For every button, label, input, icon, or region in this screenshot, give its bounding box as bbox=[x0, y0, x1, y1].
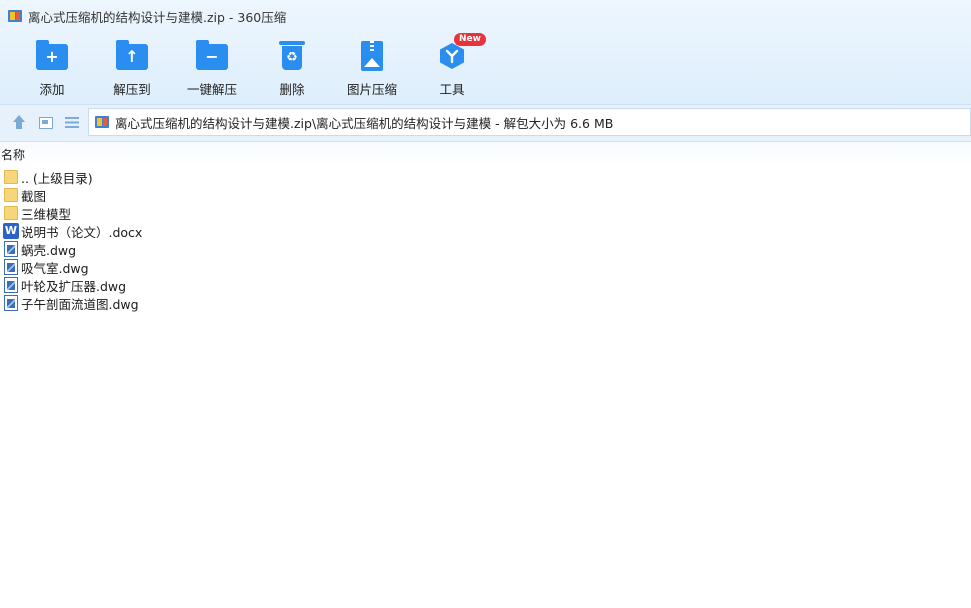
delete-button[interactable]: ♻ 删除 bbox=[252, 36, 332, 98]
archive-app-icon bbox=[8, 9, 22, 23]
address-path: 离心式压缩机的结构设计与建模.zip\离心式压缩机的结构设计与建模 - 解包大小… bbox=[115, 115, 614, 131]
extract-to-icon: ↑ bbox=[116, 40, 148, 71]
archive-window: 离心式压缩机的结构设计与建模.zip - 360压缩 + 添加 ↑ 解压到 − … bbox=[0, 0, 971, 608]
list-item[interactable]: .. (上级目录) bbox=[0, 168, 971, 186]
delete-label: 删除 bbox=[279, 82, 305, 97]
dwg-file-icon bbox=[4, 295, 18, 311]
one-click-extract-button[interactable]: − 一键解压 bbox=[172, 36, 252, 98]
list-header: 名称 bbox=[0, 142, 971, 166]
file-name: 截图 bbox=[21, 188, 47, 204]
file-name: 吸气室.dwg bbox=[21, 260, 89, 276]
address-bar[interactable]: 离心式压缩机的结构设计与建模.zip\离心式压缩机的结构设计与建模 - 解包大小… bbox=[88, 108, 971, 136]
list-item[interactable]: 子午剖面流道图.dwg bbox=[0, 294, 971, 312]
list-item[interactable]: 蜗壳.dwg bbox=[0, 240, 971, 258]
add-label: 添加 bbox=[39, 82, 65, 97]
add-folder-icon: + bbox=[36, 40, 68, 71]
one-click-extract-label: 一键解压 bbox=[186, 82, 237, 97]
archive-path-icon bbox=[95, 115, 109, 129]
file-list: .. (上级目录) 截图 三维模型 W 说明书（论文）.docx 蜗壳.dwg … bbox=[0, 168, 971, 312]
file-name: 三维模型 bbox=[21, 206, 72, 222]
extract-to-button[interactable]: ↑ 解压到 bbox=[92, 36, 172, 98]
file-name: 蜗壳.dwg bbox=[21, 242, 77, 258]
list-item[interactable]: W 说明书（论文）.docx bbox=[0, 222, 971, 240]
folder-icon bbox=[4, 187, 18, 203]
file-name: 子午剖面流道图.dwg bbox=[21, 296, 139, 312]
file-pane: 名称 .. (上级目录) 截图 三维模型 W 说明书（论文）.docx 蜗壳.d… bbox=[0, 142, 971, 608]
column-header-name[interactable]: 名称 bbox=[1, 146, 25, 163]
list-view-icon[interactable] bbox=[63, 114, 81, 132]
window-title: 离心式压缩机的结构设计与建模.zip - 360压缩 bbox=[28, 9, 287, 25]
list-item[interactable]: 叶轮及扩压器.dwg bbox=[0, 276, 971, 294]
file-name: 说明书（论文）.docx bbox=[21, 224, 143, 240]
file-name: .. (上级目录) bbox=[21, 170, 93, 186]
list-item[interactable]: 截图 bbox=[0, 186, 971, 204]
file-name: 叶轮及扩压器.dwg bbox=[21, 278, 127, 294]
extract-to-label: 解压到 bbox=[113, 82, 151, 97]
dwg-file-icon bbox=[4, 241, 18, 257]
tools-label: 工具 bbox=[439, 82, 465, 97]
image-compress-button[interactable]: 图片压缩 bbox=[332, 36, 412, 98]
image-compress-label: 图片压缩 bbox=[346, 82, 397, 97]
word-doc-icon: W bbox=[3, 223, 19, 239]
up-level-icon[interactable] bbox=[10, 114, 28, 132]
one-click-extract-icon: − bbox=[196, 40, 228, 71]
add-button[interactable]: + 添加 bbox=[12, 36, 92, 98]
title-bar: 离心式压缩机的结构设计与建模.zip - 360压缩 bbox=[0, 0, 971, 32]
list-item[interactable]: 三维模型 bbox=[0, 204, 971, 222]
navigation-bar: 离心式压缩机的结构设计与建模.zip\离心式压缩机的结构设计与建模 - 解包大小… bbox=[0, 104, 971, 142]
new-badge: New bbox=[454, 33, 486, 46]
list-item[interactable]: 吸气室.dwg bbox=[0, 258, 971, 276]
delete-icon: ♻ bbox=[276, 40, 308, 71]
toolbar: + 添加 ↑ 解压到 − 一键解压 ♻ 删除 图片压缩 工具 New bbox=[0, 33, 971, 98]
dwg-file-icon bbox=[4, 259, 18, 275]
dwg-file-icon bbox=[4, 277, 18, 293]
folder-icon bbox=[4, 205, 18, 221]
thumbnail-view-icon[interactable] bbox=[37, 114, 55, 132]
image-compress-icon bbox=[356, 40, 388, 71]
folder-icon bbox=[4, 169, 18, 185]
header-area: 离心式压缩机的结构设计与建模.zip - 360压缩 + 添加 ↑ 解压到 − … bbox=[0, 0, 971, 104]
